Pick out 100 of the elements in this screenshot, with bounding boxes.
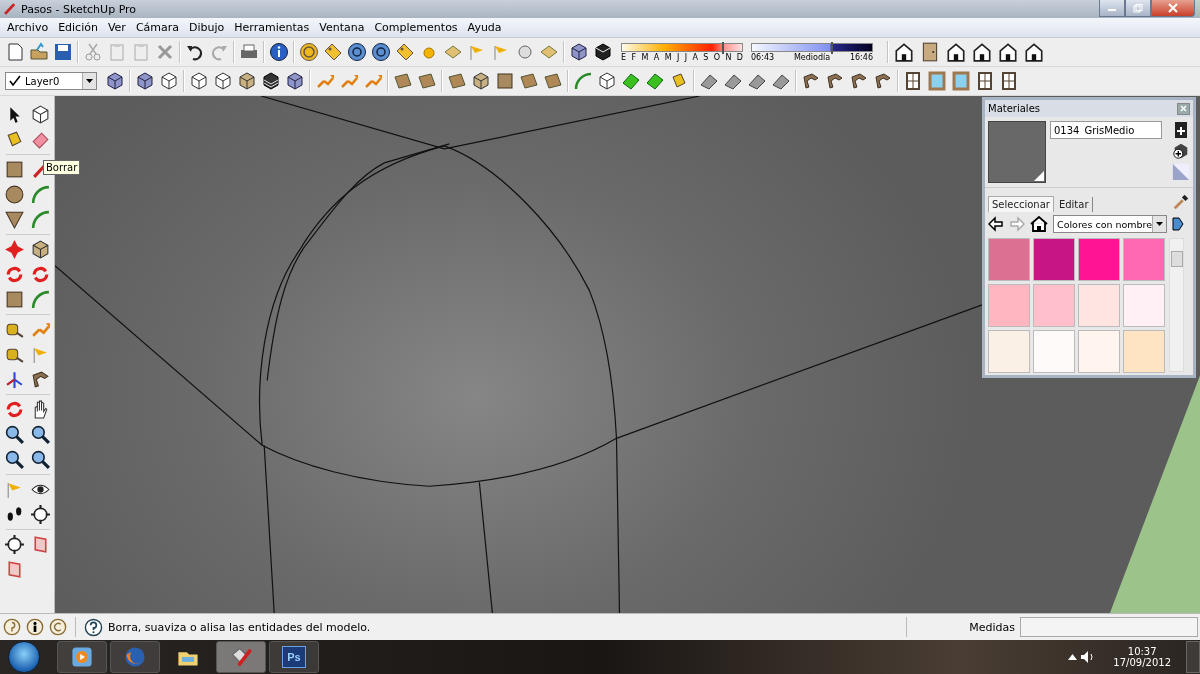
- triangle-icon[interactable]: [4, 209, 25, 230]
- menu-item[interactable]: Herramientas: [229, 21, 315, 34]
- copyright-icon[interactable]: [49, 618, 67, 636]
- window-frame-icon[interactable]: [975, 71, 995, 91]
- bracket-icon[interactable]: [849, 71, 869, 91]
- cube-icon[interactable]: [135, 71, 155, 91]
- measurements-field[interactable]: [1020, 617, 1198, 637]
- clock-time[interactable]: 10:37: [1127, 646, 1157, 657]
- start-button[interactable]: [8, 641, 40, 673]
- arc-icon[interactable]: [30, 184, 51, 205]
- clock-date[interactable]: 17/09/2012: [1113, 657, 1171, 668]
- bracket-icon[interactable]: [825, 71, 845, 91]
- star-icon[interactable]: [4, 239, 25, 260]
- menu-item[interactable]: Ver: [102, 21, 131, 34]
- arc-icon[interactable]: [30, 209, 51, 230]
- compass-icon[interactable]: [30, 504, 51, 525]
- new-page-icon[interactable]: [5, 42, 25, 62]
- color-swatch[interactable]: [1078, 238, 1120, 281]
- bracket-icon[interactable]: [873, 71, 893, 91]
- tray-arrow-icon[interactable]: [1068, 654, 1078, 660]
- panel-tab[interactable]: Seleccionar: [988, 196, 1054, 212]
- cube-icon[interactable]: [285, 71, 305, 91]
- menu-item[interactable]: Ayuda: [462, 21, 507, 34]
- close-button[interactable]: [1151, 0, 1195, 17]
- square-icon[interactable]: [4, 159, 25, 180]
- terrain-icon[interactable]: [447, 71, 467, 91]
- wireframe-cube-icon[interactable]: [30, 104, 51, 125]
- color-swatch[interactable]: [988, 330, 1030, 373]
- compass-icon[interactable]: [4, 534, 25, 555]
- magnifier-icon[interactable]: [4, 449, 25, 470]
- color-swatch[interactable]: [1123, 284, 1165, 327]
- terrain-icon[interactable]: [519, 71, 539, 91]
- mesh-icon[interactable]: [621, 71, 641, 91]
- bracket-icon[interactable]: [30, 369, 51, 390]
- create-material-icon[interactable]: [1173, 121, 1189, 139]
- back-arrow-icon[interactable]: [988, 216, 1004, 232]
- menu-item[interactable]: Ventana: [314, 21, 370, 34]
- taskbar-app-button[interactable]: [216, 641, 266, 673]
- home-icon[interactable]: [1030, 216, 1048, 232]
- terrain-icon[interactable]: [543, 71, 563, 91]
- help-icon[interactable]: [84, 617, 103, 637]
- striped-cube-icon[interactable]: [261, 71, 281, 91]
- info-icon[interactable]: [269, 42, 289, 62]
- material-name-field[interactable]: 0134_GrisMedio: [1050, 121, 1162, 139]
- details-arrow-icon[interactable]: [1172, 216, 1184, 232]
- color-swatch[interactable]: [1033, 284, 1075, 327]
- color-swatch[interactable]: [1123, 238, 1165, 281]
- tag-icon[interactable]: [395, 42, 415, 62]
- maximize-button[interactable]: [1125, 0, 1151, 17]
- square-icon[interactable]: [4, 289, 25, 310]
- eraser-icon[interactable]: [30, 129, 51, 150]
- house-icon[interactable]: [1023, 41, 1045, 63]
- taskbar-app-button[interactable]: Ps: [269, 641, 319, 673]
- help-icon[interactable]: [371, 42, 391, 62]
- close-button[interactable]: [1177, 102, 1190, 115]
- stack-plus-icon[interactable]: [1172, 142, 1190, 160]
- square-icon[interactable]: [495, 71, 515, 91]
- wireframe-cube-icon[interactable]: [159, 71, 179, 91]
- color-swatch[interactable]: [988, 238, 1030, 281]
- bracket-icon[interactable]: [801, 71, 821, 91]
- mesh-icon[interactable]: [645, 71, 665, 91]
- magnifier-icon[interactable]: [30, 424, 51, 445]
- solid-cube-icon[interactable]: [237, 71, 257, 91]
- rotate-icon[interactable]: [4, 264, 25, 285]
- medallion-icon[interactable]: [299, 42, 319, 62]
- arc-icon[interactable]: [573, 71, 593, 91]
- menu-item[interactable]: Cámara: [130, 21, 185, 34]
- eyedropper-icon[interactable]: [1172, 193, 1190, 211]
- magnifier-icon[interactable]: [30, 449, 51, 470]
- color-swatch[interactable]: [1123, 330, 1165, 373]
- window-frame-icon[interactable]: [903, 71, 923, 91]
- solid-cube-icon[interactable]: [471, 71, 491, 91]
- menu-item[interactable]: Complementos: [369, 21, 463, 34]
- house-icon[interactable]: [971, 41, 993, 63]
- menu-item[interactable]: Archivo: [2, 21, 54, 34]
- wireframe-cube-icon[interactable]: [213, 71, 233, 91]
- library-dropdown[interactable]: Colores con nombre: [1053, 215, 1167, 233]
- axes-icon[interactable]: [4, 369, 25, 390]
- time-slider[interactable]: [751, 42, 873, 52]
- menu-item[interactable]: Edición: [53, 21, 103, 34]
- window-frame-icon[interactable]: [999, 71, 1019, 91]
- scrollbar[interactable]: [1169, 238, 1184, 372]
- sphere-icon[interactable]: [515, 42, 535, 62]
- color-swatch[interactable]: [988, 284, 1030, 327]
- circle-icon[interactable]: [4, 184, 25, 205]
- color-swatch[interactable]: [1078, 284, 1120, 327]
- layer-dropdown[interactable]: Layer0: [5, 72, 97, 90]
- clipboard-icon[interactable]: [107, 42, 127, 62]
- minimize-button[interactable]: [1099, 0, 1125, 17]
- color-swatch[interactable]: [1033, 238, 1075, 281]
- date-slider[interactable]: [621, 42, 743, 52]
- rotate-icon[interactable]: [4, 399, 25, 420]
- magnifier-icon[interactable]: [4, 424, 25, 445]
- terrain-icon[interactable]: [417, 71, 437, 91]
- solid-cube-icon[interactable]: [30, 239, 51, 260]
- house-icon[interactable]: [893, 41, 915, 63]
- clipboard-icon[interactable]: [131, 42, 151, 62]
- color-swatch[interactable]: [1078, 330, 1120, 373]
- shadow-cube-icon[interactable]: [593, 42, 613, 62]
- terrain-icon[interactable]: [393, 71, 413, 91]
